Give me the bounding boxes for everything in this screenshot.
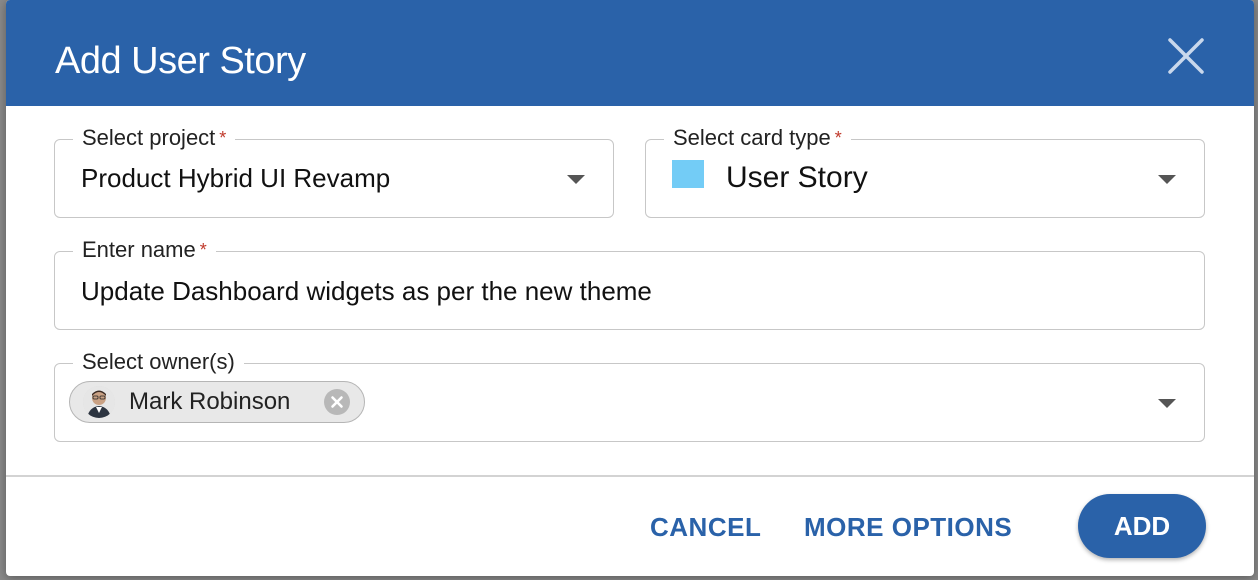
project-value: Product Hybrid UI Revamp <box>81 163 391 193</box>
card-type-color-swatch <box>672 160 704 188</box>
required-marker: * <box>834 128 842 148</box>
card-type-label: Select card type * <box>664 124 851 152</box>
remove-circle-icon[interactable] <box>324 389 350 415</box>
project-select[interactable]: Select project * Product Hybrid UI Revamp <box>54 124 614 218</box>
user-avatar <box>83 386 115 418</box>
caret-down-icon[interactable] <box>1158 175 1176 184</box>
owner-chip[interactable]: Mark Robinson <box>69 381 365 423</box>
dialog-header: Add User Story <box>6 0 1254 106</box>
name-label-text: Enter name <box>82 237 196 262</box>
card-type-label-text: Select card type <box>673 125 831 150</box>
card-type-value: User Story <box>726 161 868 194</box>
project-label-text: Select project <box>82 125 216 150</box>
close-icon[interactable] <box>1164 34 1208 78</box>
caret-down-icon[interactable] <box>1158 399 1176 408</box>
name-input[interactable]: Update Dashboard widgets as per the new … <box>81 274 652 308</box>
more-options-button[interactable]: MORE OPTIONS <box>804 510 1012 544</box>
name-field[interactable]: Enter name * Update Dashboard widgets as … <box>54 236 1205 330</box>
owner-chip-label: Mark Robinson <box>129 388 291 415</box>
owners-label: Select owner(s) <box>73 348 244 376</box>
name-label: Enter name * <box>73 236 216 264</box>
cancel-button[interactable]: CANCEL <box>650 510 761 544</box>
required-marker: * <box>219 128 227 148</box>
caret-down-icon[interactable] <box>567 175 585 184</box>
required-marker: * <box>199 240 207 260</box>
add-button[interactable]: ADD <box>1078 494 1206 558</box>
project-label: Select project * <box>73 124 236 152</box>
card-type-select[interactable]: Select card type * User Story <box>645 124 1205 218</box>
dialog-title: Add User Story <box>55 40 306 82</box>
owners-select[interactable]: Select owner(s) Mark Robinson <box>54 348 1205 442</box>
footer-divider <box>6 475 1254 477</box>
add-user-story-dialog: Add User Story Select project * Product H… <box>6 0 1254 576</box>
